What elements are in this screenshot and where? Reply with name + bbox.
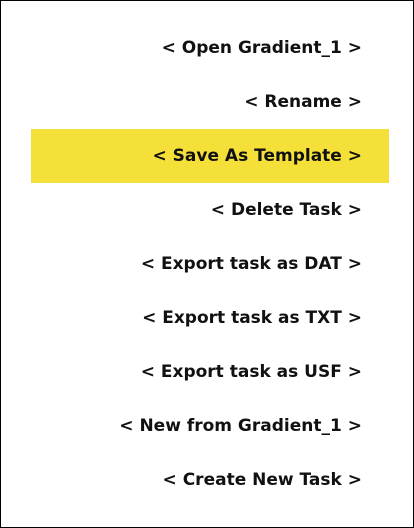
menu-item-label: < Delete Task >: [210, 200, 362, 220]
menu-item-label: < Rename >: [244, 92, 362, 112]
menu-item-rename[interactable]: < Rename >: [31, 75, 389, 129]
context-menu-frame: < Open Gradient_1 > < Rename > < Save As…: [0, 0, 414, 528]
menu-item-save-as-template[interactable]: < Save As Template >: [31, 129, 389, 183]
menu-item-export-usf[interactable]: < Export task as USF >: [31, 345, 389, 399]
menu-item-export-txt[interactable]: < Export task as TXT >: [31, 291, 389, 345]
menu-item-export-dat[interactable]: < Export task as DAT >: [31, 237, 389, 291]
menu-item-label: < Save As Template >: [152, 146, 362, 166]
menu-item-label: < Export task as TXT >: [142, 308, 362, 328]
menu-item-label: < Create New Task >: [162, 470, 362, 490]
task-context-menu: < Open Gradient_1 > < Rename > < Save As…: [1, 21, 413, 507]
menu-item-label: < Export task as DAT >: [140, 254, 362, 274]
menu-item-label: < New from Gradient_1 >: [119, 416, 362, 436]
menu-item-delete-task[interactable]: < Delete Task >: [31, 183, 389, 237]
menu-item-create-new-task[interactable]: < Create New Task >: [31, 453, 389, 507]
menu-item-label: < Export task as USF >: [140, 362, 362, 382]
menu-item-label: < Open Gradient_1 >: [161, 38, 362, 58]
menu-item-new-from-gradient[interactable]: < New from Gradient_1 >: [31, 399, 389, 453]
menu-item-open-gradient[interactable]: < Open Gradient_1 >: [31, 21, 389, 75]
